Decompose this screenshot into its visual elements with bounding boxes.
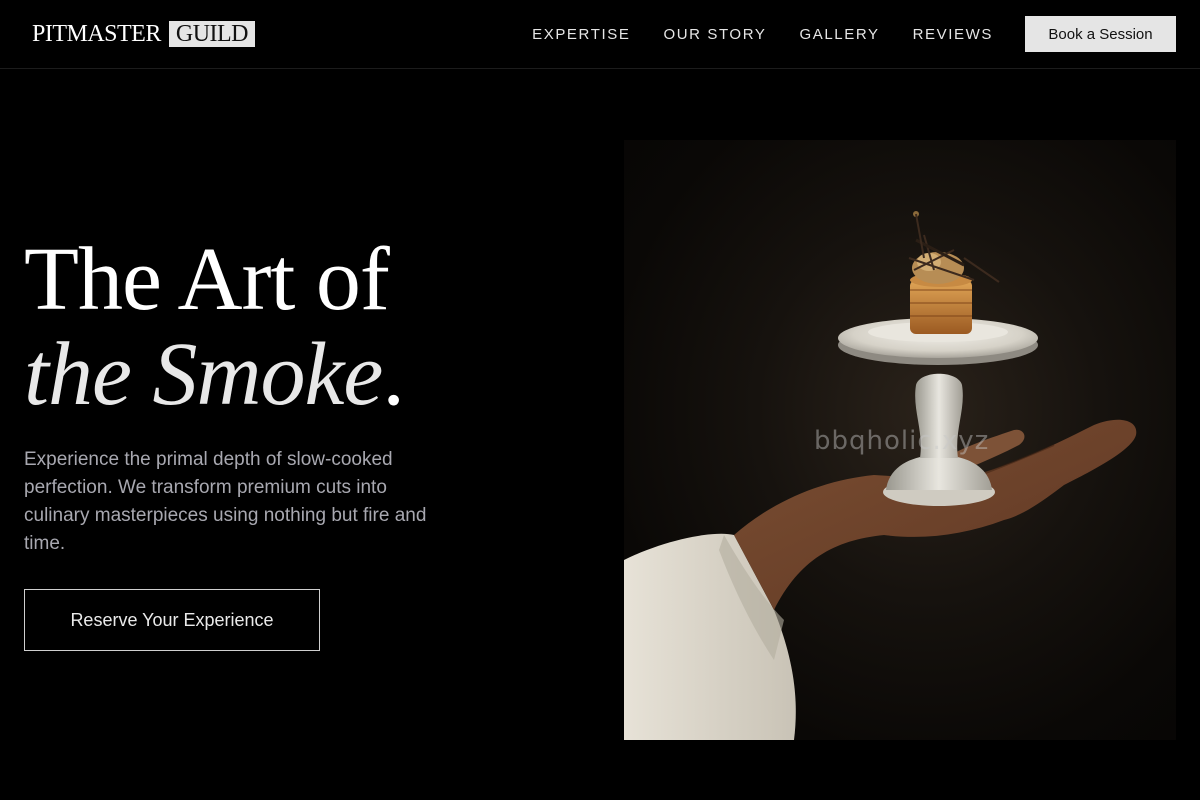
image-watermark: bbqholic.xyz: [814, 426, 990, 456]
nav-link-expertise[interactable]: EXPERTISE: [532, 26, 630, 43]
page: PITMASTER GUILD EXPERTISE OUR STORY GALL…: [0, 0, 1200, 800]
logo-badge: GUILD: [168, 21, 256, 47]
hero-title-italic: the Smoke: [24, 325, 383, 424]
reserve-experience-button[interactable]: Reserve Your Experience: [24, 589, 320, 651]
logo-text: PITMASTER: [32, 21, 161, 47]
hero-title-period: .: [382, 325, 404, 424]
hero-description: Experience the primal depth of slow-cook…: [24, 449, 427, 554]
book-session-button[interactable]: Book a Session: [1025, 16, 1176, 52]
logo[interactable]: PITMASTER GUILD: [32, 21, 256, 47]
nav-link-gallery[interactable]: GALLERY: [799, 26, 879, 43]
hero-title-line-1: The Art of: [24, 230, 390, 329]
hero-title-line-2: the Smoke.: [24, 325, 405, 424]
hero-title: The Art of the Smoke.: [24, 230, 405, 424]
main-nav: EXPERTISE OUR STORY GALLERY REVIEWS Book…: [532, 16, 1176, 52]
hero-image: bbqholic.xyz: [624, 140, 1176, 740]
site-header: PITMASTER GUILD EXPERTISE OUR STORY GALL…: [0, 0, 1200, 69]
nav-link-our-story[interactable]: OUR STORY: [663, 26, 766, 43]
nav-link-reviews[interactable]: REVIEWS: [913, 26, 993, 43]
